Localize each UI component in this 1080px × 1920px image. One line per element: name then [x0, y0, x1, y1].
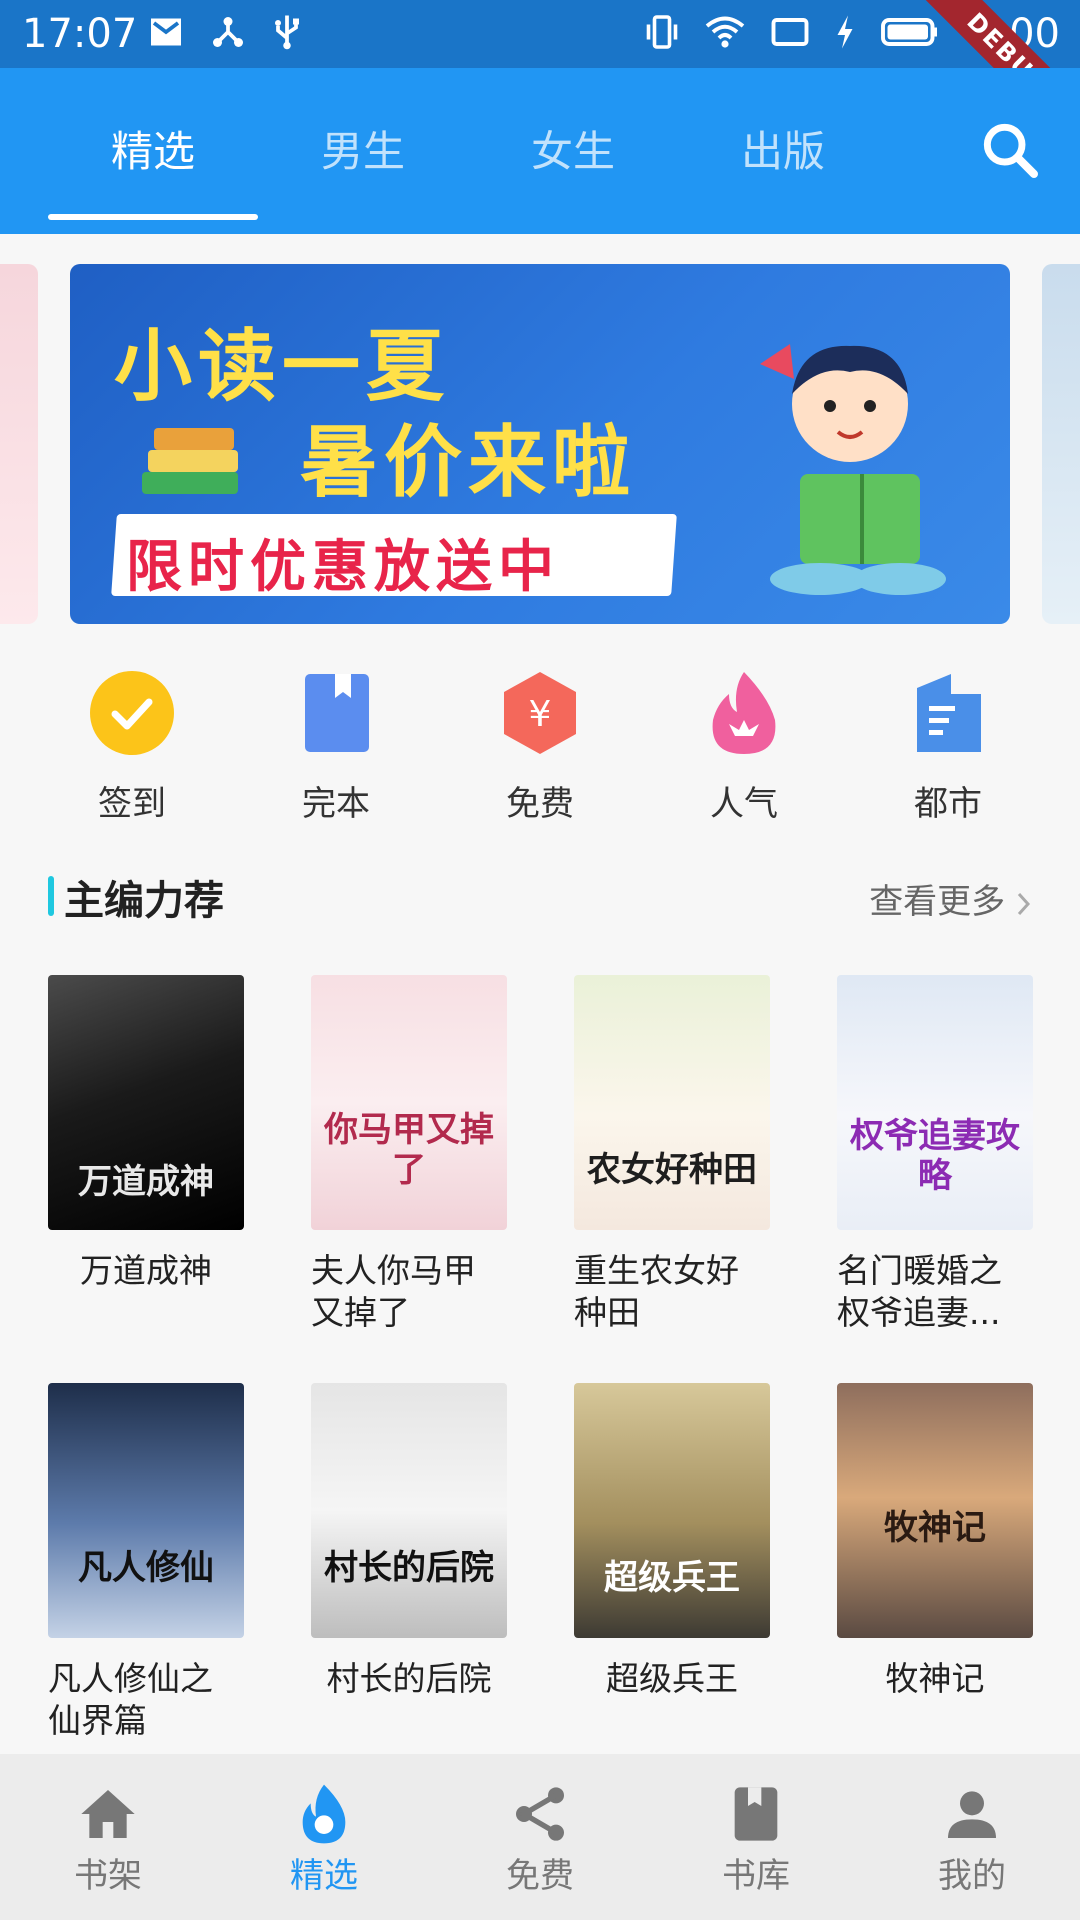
share-icon — [516, 1787, 564, 1841]
tab-featured[interactable]: 精选 — [73, 118, 233, 179]
cast-icon — [771, 18, 809, 46]
mail-icon — [151, 18, 181, 46]
category-label: 完本 — [302, 784, 370, 824]
battery-icon — [881, 18, 937, 46]
cover-title: 超级兵王 — [604, 1558, 740, 1598]
reading-kid-illustration — [760, 344, 946, 595]
book-cover: 凡人修仙 — [48, 1383, 244, 1638]
svg-text:¥: ¥ — [529, 694, 552, 735]
book-title: 名门暖婚之权爷追妻... — [837, 1251, 1002, 1332]
book-card[interactable]: 权爷追妻攻略 名门暖婚之权爷追妻... — [837, 975, 1033, 1334]
person-icon — [948, 1791, 996, 1838]
nav-label: 书库 — [722, 1856, 790, 1896]
see-more-link[interactable]: 查看更多 — [869, 874, 1032, 923]
cover-title: 你马甲又掉了 — [324, 1110, 494, 1190]
flame-icon — [302, 1784, 346, 1844]
nav-label: 书架 — [74, 1856, 142, 1896]
status-time: 17:07 — [22, 11, 138, 57]
nav-bookshelf[interactable]: 书架 — [28, 1782, 188, 1897]
category-label: 免费 — [506, 784, 574, 824]
category-label: 都市 — [914, 784, 982, 824]
book-card[interactable]: 超级兵王 超级兵王 — [574, 1383, 770, 1700]
book-card[interactable]: 村长的后院 村长的后院 — [311, 1383, 507, 1700]
status-bar: 17:07 100 — [0, 0, 1080, 68]
book-cover: 万道成神 — [48, 975, 244, 1230]
category-label: 签到 — [98, 784, 166, 824]
tab-male[interactable]: 男生 — [283, 118, 443, 179]
cover-title: 村长的后院 — [324, 1548, 494, 1588]
category-free[interactable]: ¥ 免费 — [470, 668, 610, 825]
book-cover: 你马甲又掉了 — [311, 975, 507, 1230]
search-icon[interactable] — [978, 118, 1042, 182]
bookmark-book-icon — [305, 674, 369, 752]
promo-banner[interactable]: 小读一夏 暑价来啦 限时优惠放送中 — [70, 264, 1010, 624]
nav-profile[interactable]: 我的 — [892, 1782, 1052, 1897]
nav-label: 我的 — [938, 1856, 1006, 1896]
book-card[interactable]: 凡人修仙 凡人修仙之仙界篇 — [48, 1383, 244, 1742]
section-title: 主编力荐 — [64, 878, 224, 924]
book-icon — [734, 1787, 778, 1841]
vibrate-icon — [646, 15, 678, 49]
category-popular[interactable]: 人气 — [674, 668, 814, 825]
section-accent-bar — [48, 876, 54, 916]
cover-title: 权爷追妻攻略 — [850, 1116, 1020, 1196]
nav-free[interactable]: 免费 — [460, 1782, 620, 1897]
book-title: 凡人修仙之仙界篇 — [48, 1659, 213, 1740]
stacked-books-icon — [142, 428, 238, 494]
nav-library[interactable]: 书库 — [676, 1782, 836, 1897]
share-network-icon — [213, 17, 243, 47]
banner-prev-peek[interactable] — [0, 264, 38, 624]
book-card[interactable]: 牧神记 牧神记 — [837, 1383, 1033, 1700]
charging-icon — [837, 15, 853, 49]
category-completed[interactable]: 完本 — [266, 668, 406, 825]
tab-publishing[interactable]: 出版 — [703, 118, 863, 179]
check-circle-icon — [90, 671, 174, 755]
book-cover: 权爷追妻攻略 — [837, 975, 1033, 1230]
tab-female[interactable]: 女生 — [493, 118, 653, 179]
book-card[interactable]: 你马甲又掉了 夫人你马甲又掉了 — [311, 975, 507, 1334]
book-title: 万道成神 — [80, 1251, 212, 1290]
category-urban[interactable]: 都市 — [878, 668, 1018, 825]
book-cover: 超级兵王 — [574, 1383, 770, 1638]
bottom-navigation: 书架 精选 免费 书库 我的 — [0, 1754, 1080, 1920]
category-label: 人气 — [710, 784, 778, 824]
top-tab-bar: 精选 男生 女生 出版 — [0, 68, 1080, 234]
book-title: 夫人你马甲又掉了 — [311, 1251, 476, 1332]
see-more-label: 查看更多 — [869, 882, 1006, 922]
banner-subtitle: 限时优惠放送中 — [126, 535, 560, 600]
chevron-right-icon — [1017, 892, 1031, 915]
book-card[interactable]: 农女好种田 重生农女好种田 — [574, 975, 770, 1334]
banner-title-line2: 暑价来啦 — [300, 418, 637, 508]
usb-icon — [275, 15, 299, 50]
book-card[interactable]: 万道成神 万道成神 — [48, 975, 244, 1292]
book-title: 超级兵王 — [606, 1659, 738, 1698]
cover-title: 万道成神 — [78, 1162, 214, 1202]
category-checkin[interactable]: 签到 — [62, 668, 202, 825]
cover-title: 农女好种田 — [587, 1150, 757, 1190]
nav-label: 精选 — [290, 1856, 358, 1896]
nav-label: 免费 — [506, 1856, 574, 1896]
book-cover: 农女好种田 — [574, 975, 770, 1230]
cover-title: 凡人修仙 — [78, 1548, 214, 1588]
flame-crown-icon — [712, 672, 776, 754]
book-title: 牧神记 — [885, 1659, 985, 1698]
cover-title: 牧神记 — [884, 1508, 986, 1548]
banner-next-peek[interactable] — [1042, 264, 1080, 624]
building-icon — [917, 674, 981, 752]
book-cover: 村长的后院 — [311, 1383, 507, 1638]
book-title: 村长的后院 — [326, 1659, 492, 1698]
book-title: 重生农女好种田 — [574, 1251, 739, 1332]
yen-hexagon-icon: ¥ — [504, 672, 576, 754]
book-cover: 牧神记 — [837, 1383, 1033, 1638]
active-tab-indicator — [48, 214, 258, 220]
home-icon — [81, 1790, 135, 1838]
nav-featured[interactable]: 精选 — [244, 1782, 404, 1897]
wifi-icon — [705, 16, 745, 48]
